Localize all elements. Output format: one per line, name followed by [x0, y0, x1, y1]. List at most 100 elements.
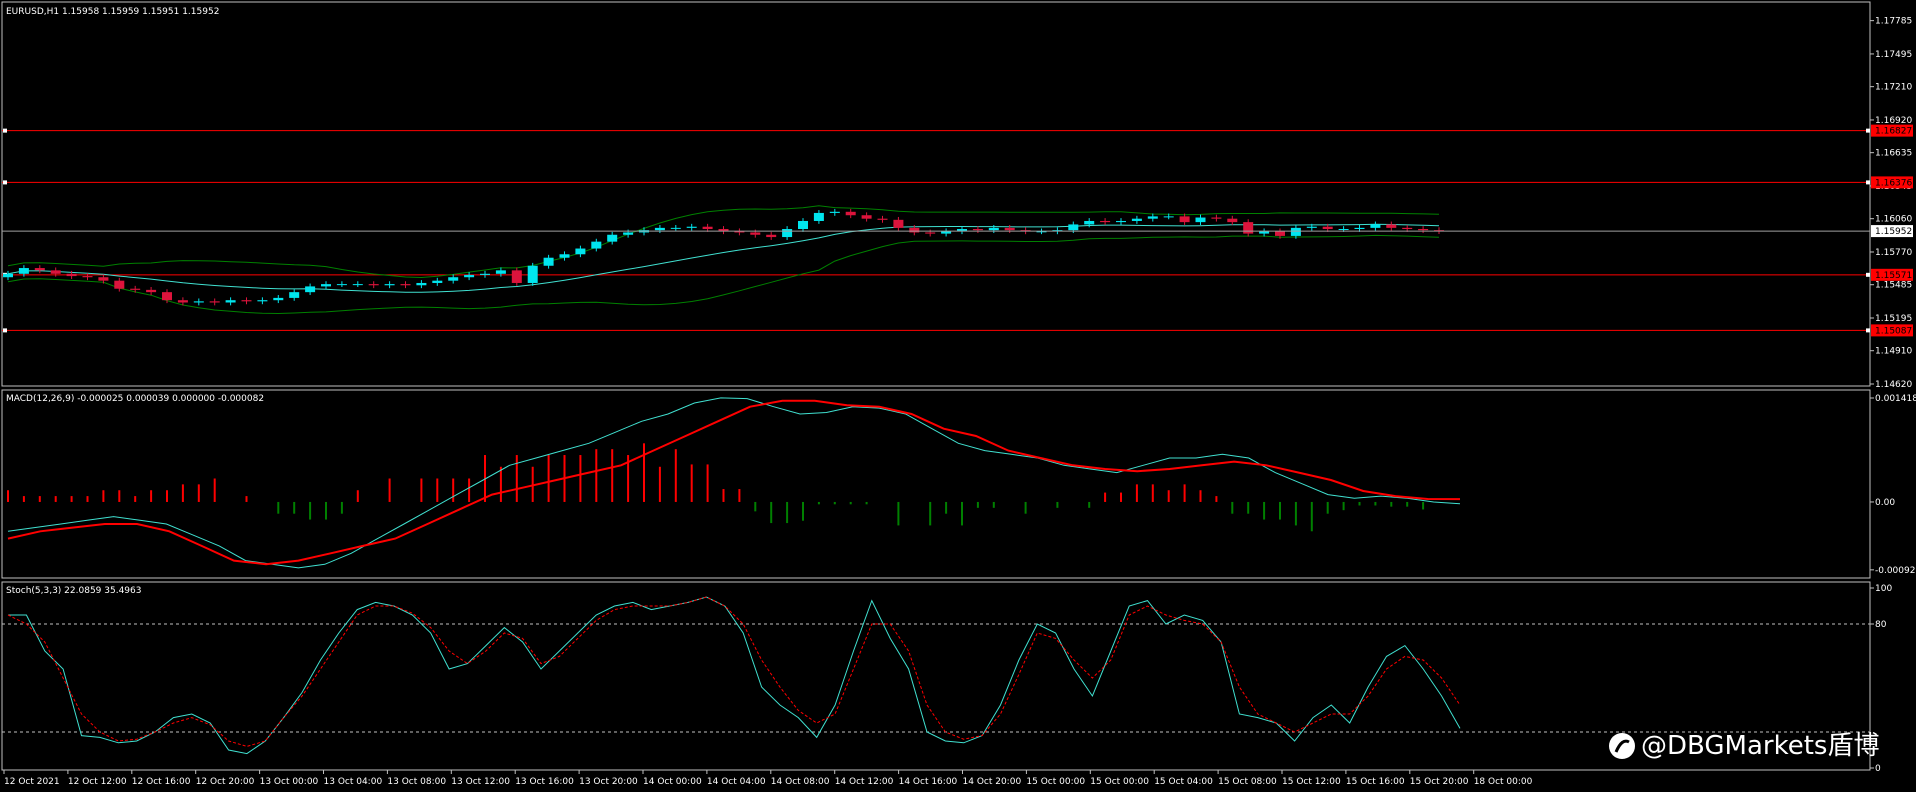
time-tick-label: 15 Oct 12:00 — [1282, 777, 1341, 787]
candle-body — [1386, 224, 1397, 228]
level-price-label: 1.15087 — [1875, 326, 1912, 336]
time-tick-label: 14 Oct 16:00 — [899, 777, 958, 787]
candle-body — [766, 234, 777, 238]
price-tick-label: 1.15485 — [1875, 281, 1912, 291]
trading-chart[interactable]: 1.17785 1.17495 1.17210 1.16920 1.16635 1.163… — [0, 0, 1916, 792]
level-anchor-left — [3, 180, 7, 185]
candle-body — [1259, 231, 1270, 234]
candle-body — [972, 229, 983, 231]
time-tick-label: 14 Oct 04:00 — [707, 777, 766, 787]
candle-body — [1100, 220, 1111, 223]
macd-panel[interactable] — [7, 397, 1461, 569]
candle-body — [209, 301, 220, 303]
price-panel[interactable] — [2, 128, 1870, 333]
price-tick-label: 1.14620 — [1875, 380, 1912, 390]
macd-label: MACD(12,26,9) -0.000025 0.000039 0.00000… — [6, 394, 264, 404]
candle-body — [432, 280, 443, 283]
watermark: @DBGMarkets盾博 — [1609, 731, 1879, 761]
candle-body — [1322, 226, 1333, 230]
time-tick-label: 15 Oct 16:00 — [1346, 777, 1405, 787]
candle-body — [893, 219, 904, 228]
level-anchor-right — [1866, 180, 1870, 185]
candle-body — [861, 215, 872, 219]
price-tick-label: 1.15770 — [1875, 248, 1912, 258]
candle-body — [750, 232, 761, 235]
bollinger-upper-band — [7, 205, 1440, 279]
candle-body — [34, 268, 45, 271]
price-tick-label: 1.16635 — [1875, 149, 1912, 159]
stoch-k-line — [8, 596, 1461, 755]
candle-body — [305, 286, 316, 293]
candle-body — [1306, 226, 1317, 228]
candle-body — [829, 211, 840, 213]
candle-body — [591, 241, 602, 249]
time-tick-label: 12 Oct 12:00 — [68, 777, 127, 787]
candle-body — [225, 300, 236, 303]
candle-body — [273, 297, 284, 301]
candle-body — [941, 231, 952, 234]
candle-body — [162, 292, 172, 301]
candle-body — [177, 300, 188, 303]
time-tick-label: 15 Oct 20:00 — [1410, 777, 1469, 787]
level-anchor-right — [1866, 272, 1870, 277]
stoch-panel-border — [1, 581, 1871, 771]
candle-body — [1227, 218, 1238, 223]
candle-body — [798, 220, 808, 230]
price-tick-label: 1.16060 — [1875, 215, 1912, 225]
candle-body — [98, 277, 109, 281]
level-price-label: 1.15571 — [1875, 271, 1912, 281]
time-tick-label: 12 Oct 2021 — [4, 777, 60, 787]
current-price-label: 1.15952 — [1875, 227, 1912, 237]
candle-body — [66, 273, 77, 277]
candle-body — [321, 284, 331, 287]
time-tick-label: 14 Oct 20:00 — [963, 777, 1022, 787]
weibo-logo-icon — [1609, 733, 1635, 759]
candle-body — [416, 282, 427, 286]
candle-body — [782, 229, 793, 238]
candle-body — [495, 270, 506, 274]
candle-body — [130, 288, 141, 290]
candle-body — [1116, 220, 1126, 223]
candle-body — [384, 284, 395, 286]
macd-line — [7, 397, 1461, 569]
candle-body — [289, 292, 300, 298]
candle-body — [114, 280, 125, 289]
symbol-label: EURUSD,H1 1.15958 1.15959 1.15951 1.1595… — [6, 7, 219, 17]
level-anchor-right — [1866, 328, 1870, 333]
price-tick-label: 1.17785 — [1875, 17, 1912, 27]
main-panel-border — [1, 1, 1871, 387]
stochastic-panel[interactable] — [2, 596, 1870, 755]
macd-signal-line — [7, 399, 1461, 566]
time-tick-label: 12 Oct 16:00 — [132, 777, 191, 787]
stoch-label: Stoch(5,3,3) 22.0859 35.4963 — [6, 586, 141, 596]
candle-body — [1338, 229, 1349, 231]
candle-body — [336, 284, 347, 286]
candle-body — [607, 234, 618, 242]
time-tick-label: 15 Oct 00:00 — [1026, 777, 1085, 787]
time-tick-label: 15 Oct 08:00 — [1218, 777, 1277, 787]
stoch-tick-label: 100 — [1875, 584, 1892, 594]
price-tick-label: 1.15195 — [1875, 314, 1912, 324]
time-tick-label: 12 Oct 20:00 — [196, 777, 255, 787]
candle-body — [686, 226, 697, 228]
candle-body — [50, 270, 61, 274]
candle-body — [3, 273, 13, 278]
candle-body — [575, 248, 586, 255]
time-tick-label: 13 Oct 12:00 — [451, 777, 510, 787]
candle-body — [1004, 227, 1015, 231]
time-tick-label: 14 Oct 12:00 — [835, 777, 894, 787]
candle-body — [1275, 231, 1285, 236]
candle-body — [527, 265, 538, 283]
time-tick-label: 14 Oct 08:00 — [771, 777, 830, 787]
candle-body — [1418, 229, 1429, 231]
time-tick-label: 13 Oct 20:00 — [579, 777, 638, 787]
candle-body — [702, 226, 713, 230]
candle-body — [1370, 224, 1381, 228]
candle-body — [511, 270, 522, 283]
moving-average-line — [7, 223, 1440, 293]
price-tick-label: 1.17495 — [1875, 50, 1912, 60]
candle-body — [909, 227, 920, 233]
candle-body — [813, 212, 824, 221]
candle-body — [400, 284, 411, 286]
candle-body — [1290, 227, 1301, 236]
